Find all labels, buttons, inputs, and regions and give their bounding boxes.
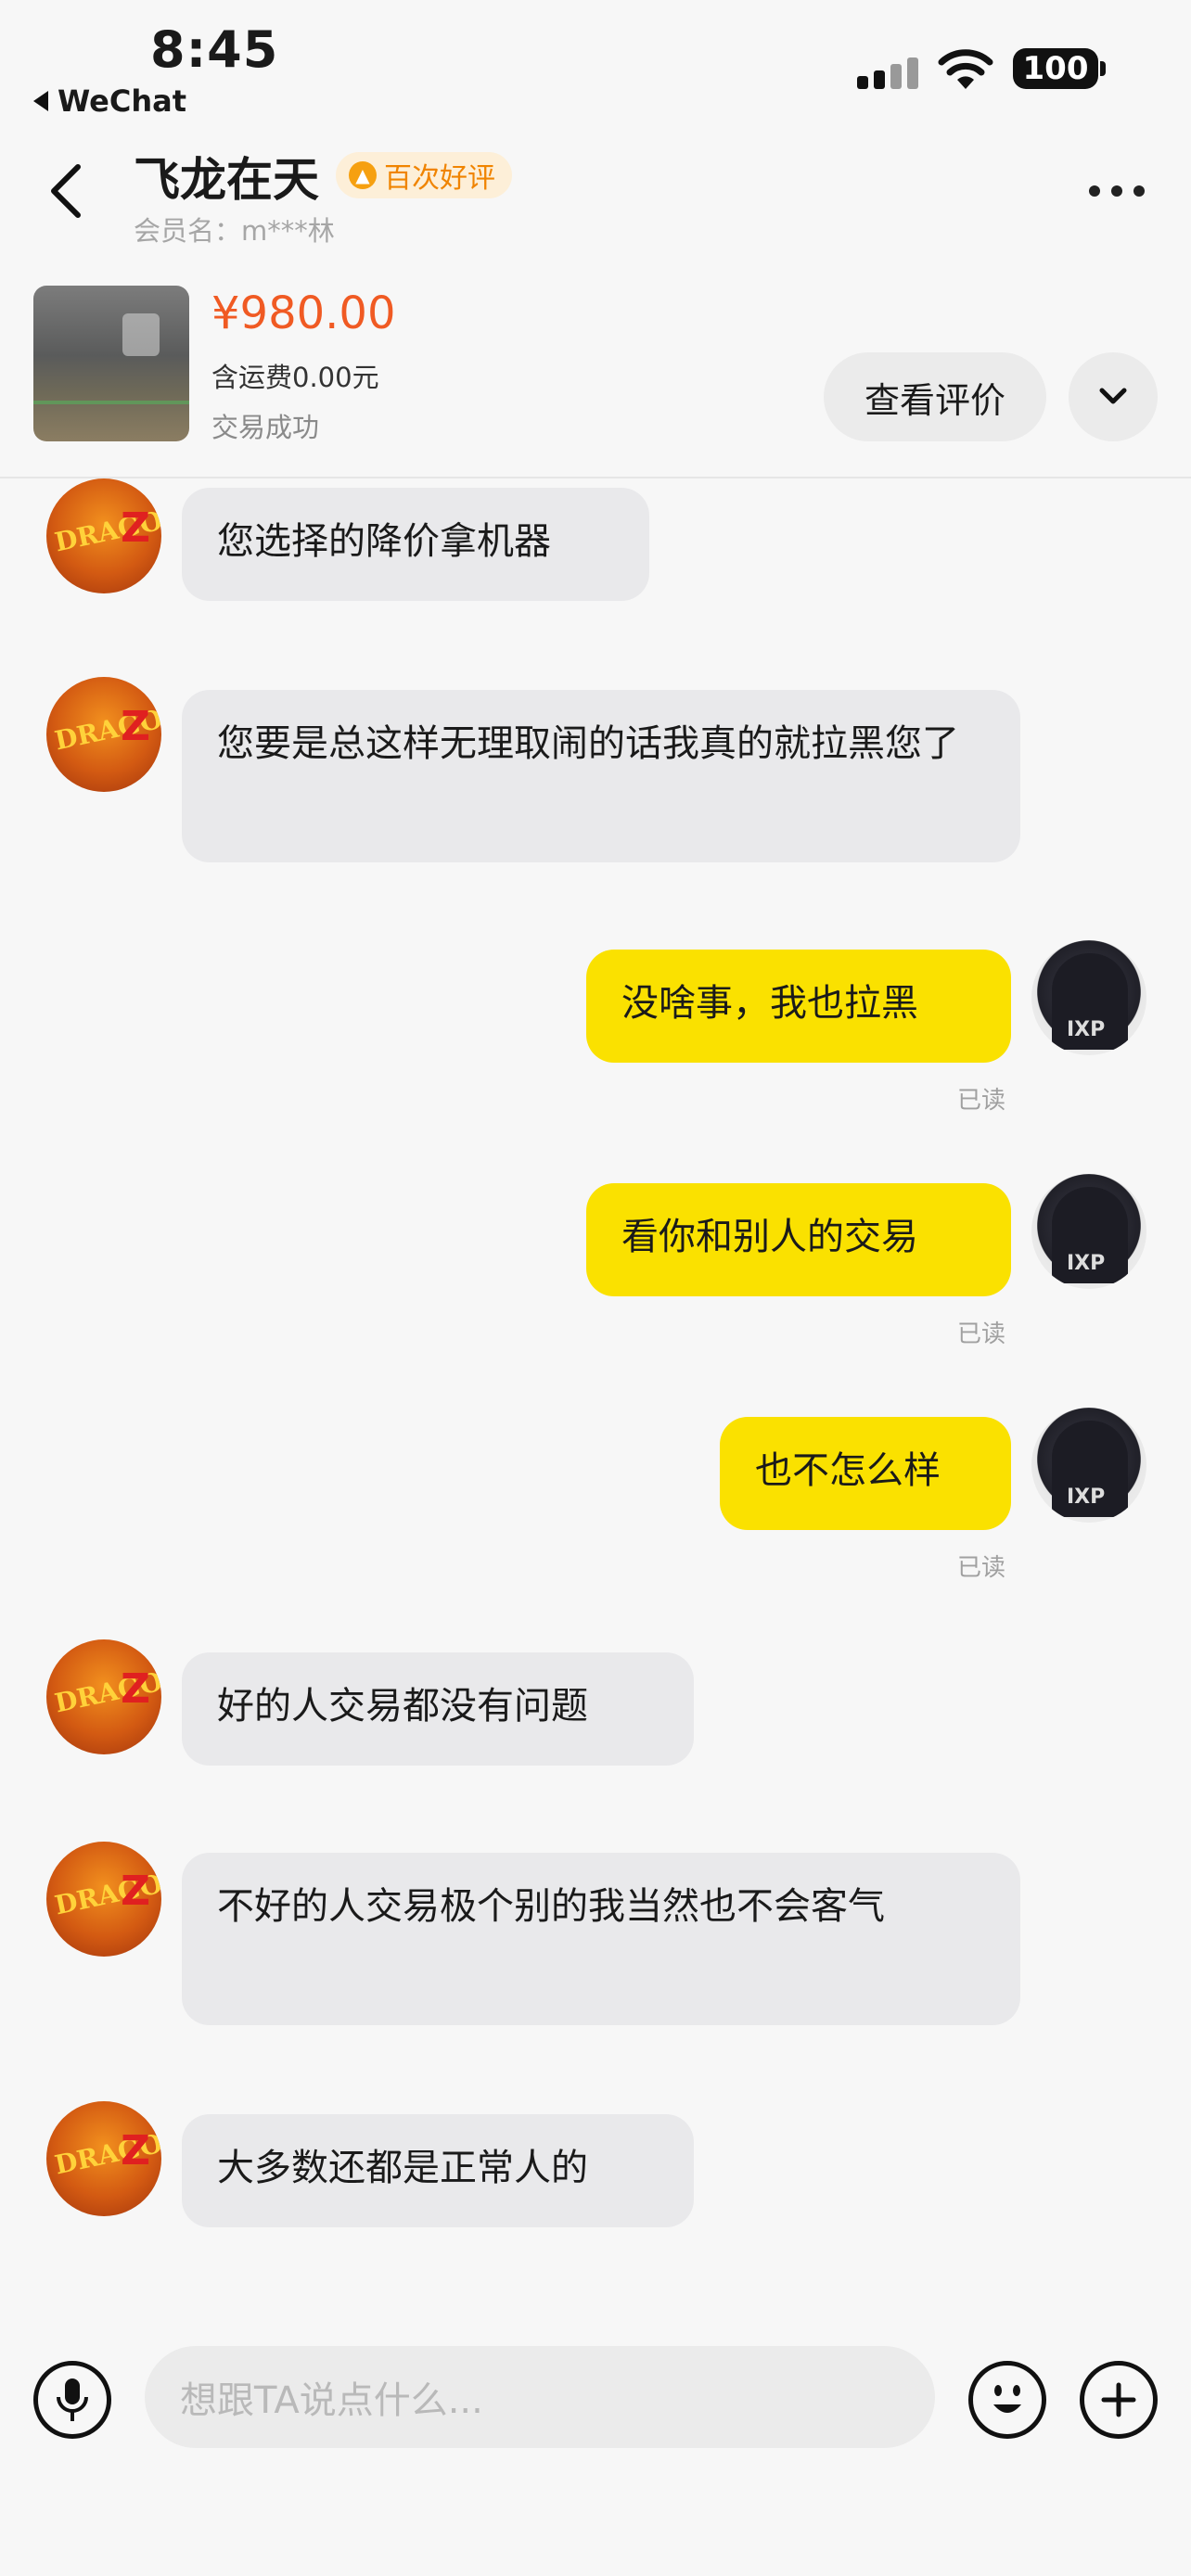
message-bubble[interactable]: 好的人交易都没有问题 [182,1652,694,1766]
read-receipt: 已读 [957,1554,1006,1582]
read-receipt: 已读 [957,1320,1006,1348]
thumbs-up-icon: ▲ [349,161,377,189]
product-image[interactable] [33,286,189,441]
contact-avatar[interactable]: DRAGON Z [46,677,161,792]
microphone-icon [57,2378,88,2421]
more-options-button[interactable] [1089,185,1145,197]
contact-avatar[interactable]: DRAGON Z [46,478,161,593]
message-input[interactable]: 想跟TA说点什么... [145,2346,935,2448]
my-avatar[interactable]: IXP [1031,1174,1146,1289]
message-bubble[interactable]: 没啥事，我也拉黑 [586,950,1011,1063]
back-to-app-link[interactable]: WeChat [33,83,186,119]
member-name: 会员名：m***林 [134,215,335,247]
more-actions-button[interactable] [1080,2361,1158,2439]
contact-avatar[interactable]: DRAGON Z [46,1842,161,1957]
status-time: 8:45 [150,20,279,79]
cellular-signal-icon [857,52,918,89]
expand-button[interactable] [1069,352,1158,441]
contact-avatar[interactable]: DRAGON Z [46,1639,161,1754]
trade-status: 交易成功 [211,412,320,443]
emoji-button[interactable] [968,2361,1046,2439]
read-receipt: 已读 [957,1087,1006,1115]
my-avatar[interactable]: IXP [1031,1408,1146,1523]
back-button[interactable] [46,163,87,219]
back-triangle-icon [33,91,48,111]
wifi-icon [938,49,993,89]
message-bubble[interactable]: 看你和别人的交易 [586,1183,1011,1296]
back-app-label: WeChat [58,83,187,119]
smiley-icon [993,2385,1021,2413]
message-bubble[interactable]: 也不怎么样 [720,1417,1011,1530]
battery-tip [1100,61,1106,76]
header-divider [0,477,1191,478]
contact-nickname: 飞龙在天 [134,153,319,207]
battery-indicator: 100 [1013,48,1098,89]
message-bubble[interactable]: 您要是总这样无理取闹的话我真的就拉黑您了 [182,690,1020,862]
message-bubble[interactable]: 不好的人交易极个别的我当然也不会客气 [182,1853,1020,2025]
message-bubble[interactable]: 大多数还都是正常人的 [182,2114,694,2227]
voice-input-button[interactable] [33,2361,111,2439]
message-bubble[interactable]: 您选择的降价拿机器 [182,488,649,601]
view-review-button[interactable]: 查看评价 [824,352,1046,441]
my-avatar[interactable]: IXP [1031,940,1146,1055]
shipping-info: 含运费0.00元 [211,362,379,393]
product-price: ¥980.00 [211,287,396,339]
contact-avatar[interactable]: DRAGON Z [46,2101,161,2216]
chevron-down-icon [1099,388,1127,404]
rating-badge[interactable]: ▲ 百次好评 [336,152,512,198]
rating-badge-label: 百次好评 [384,162,495,195]
plus-icon [1101,2382,1136,2417]
